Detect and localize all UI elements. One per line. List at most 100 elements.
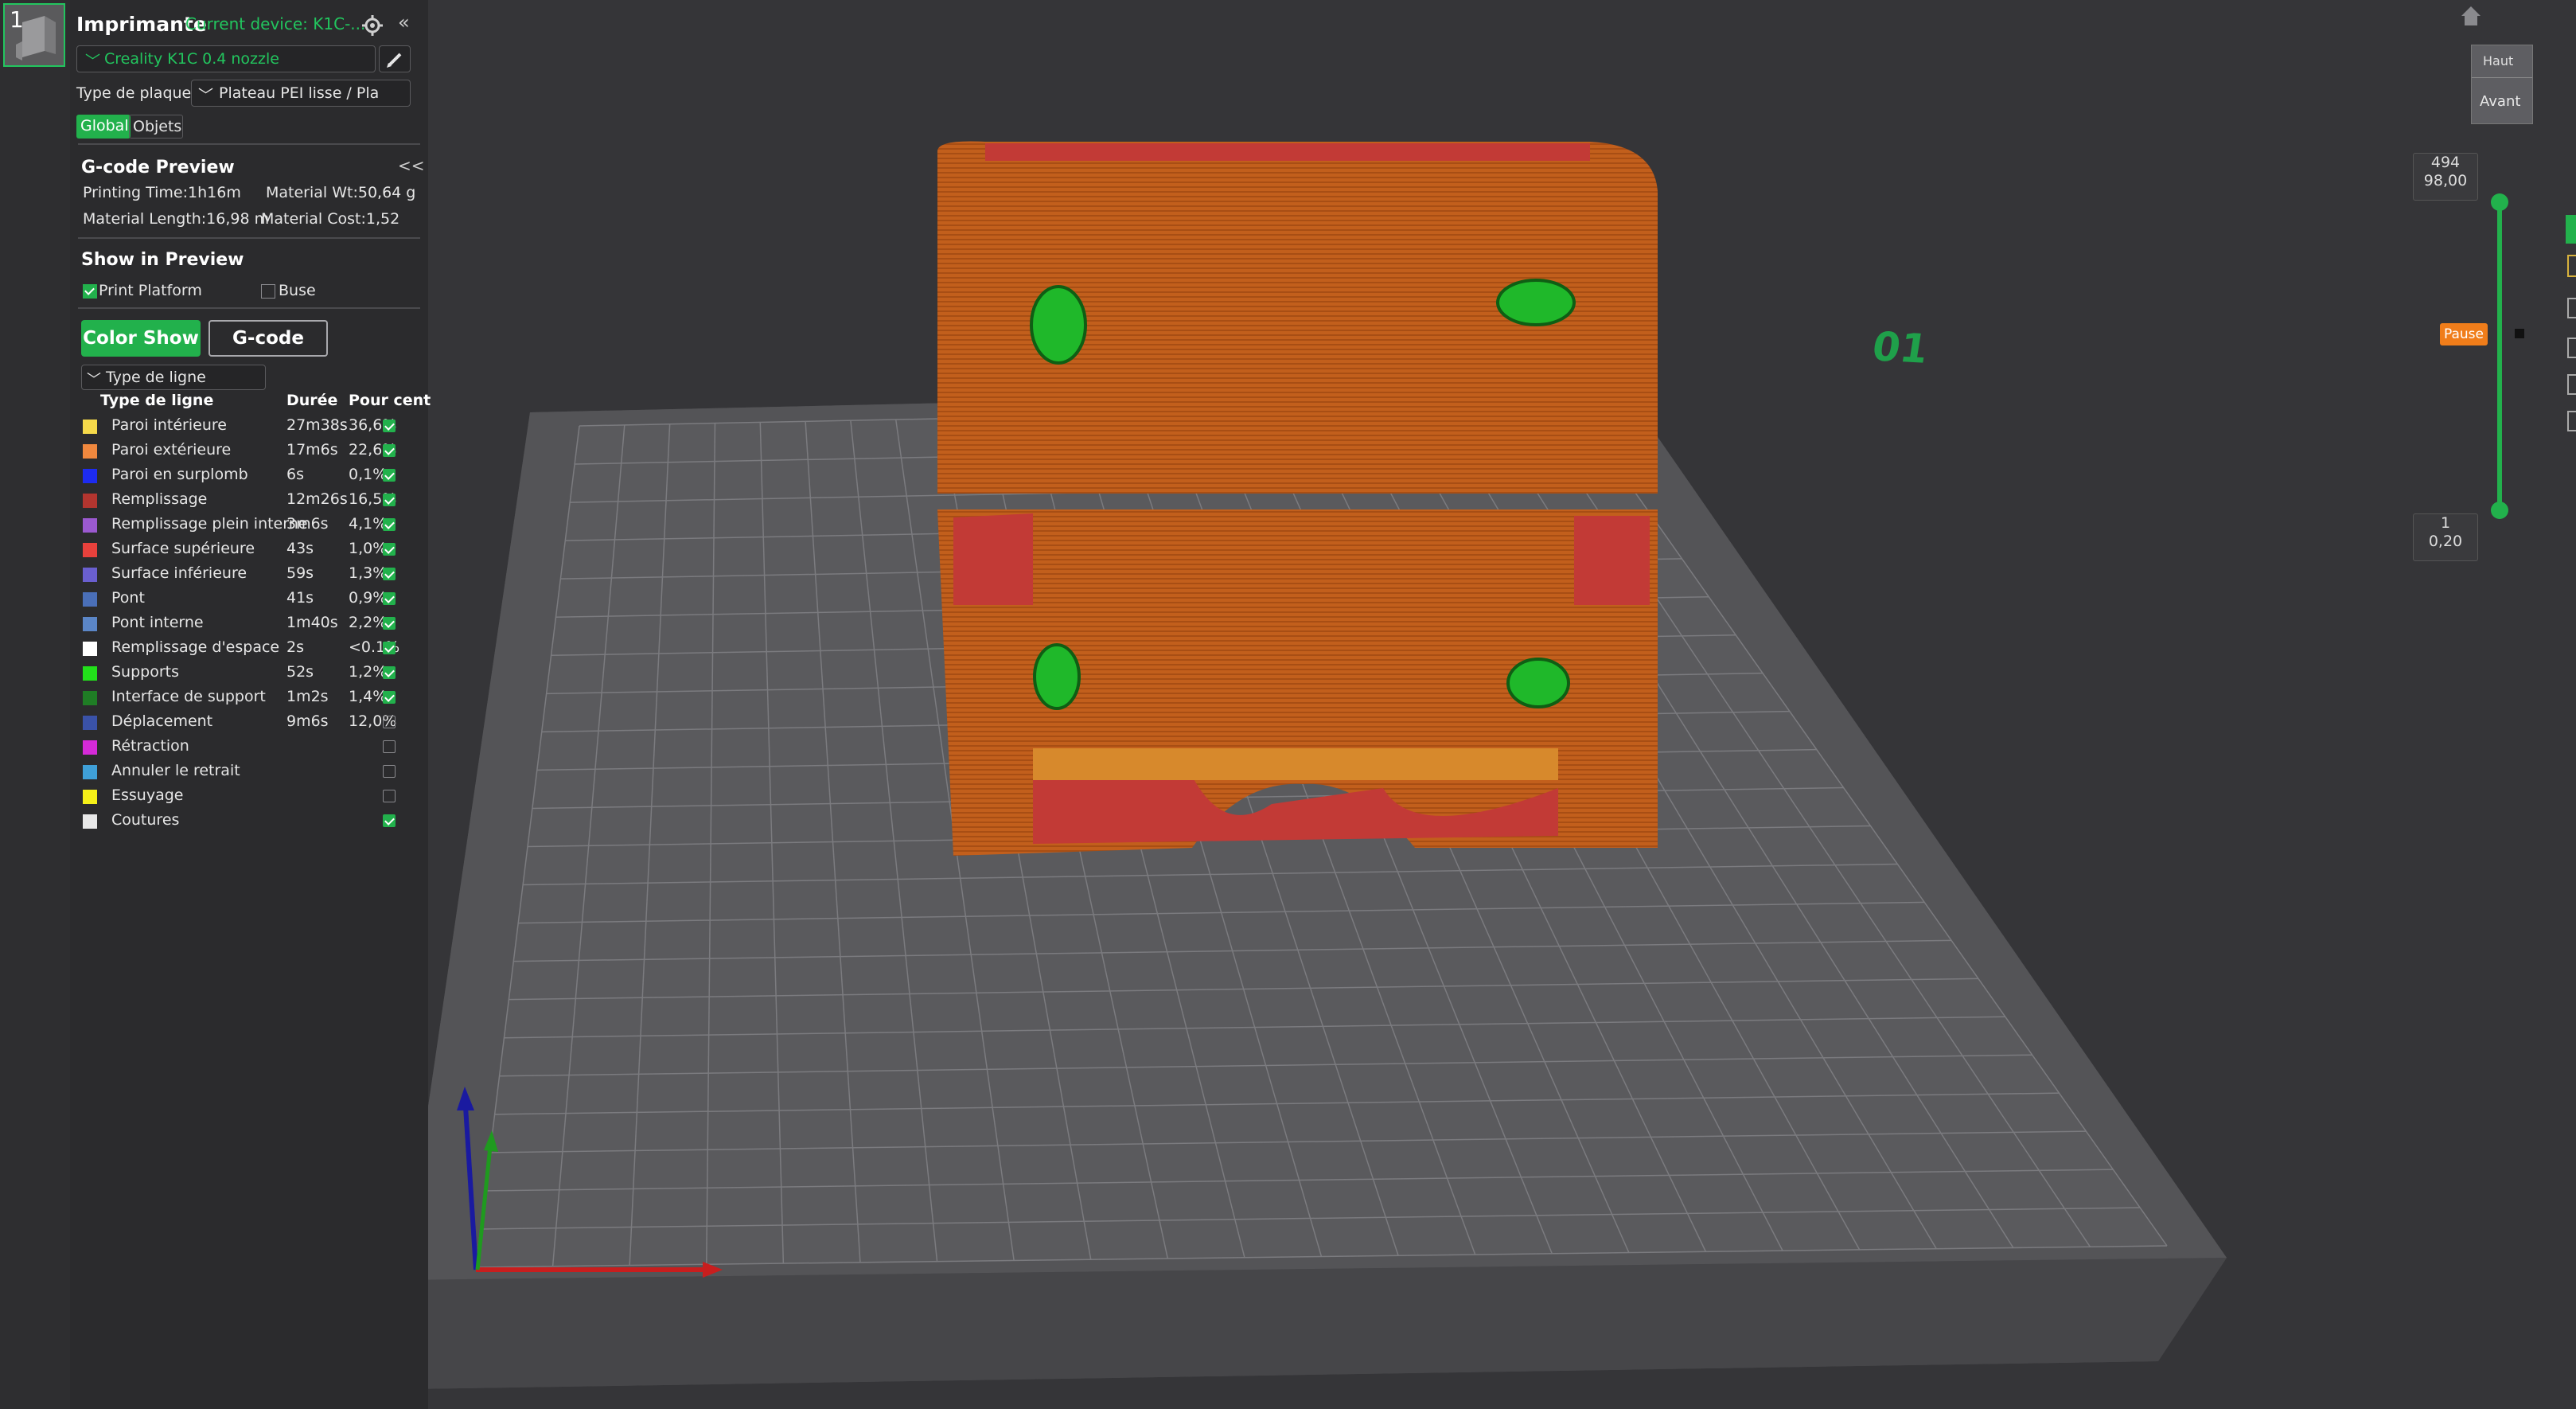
legend-row: Coutures xyxy=(70,809,428,833)
chevron-down-icon: ﹀ xyxy=(198,87,214,104)
line-type-swatch xyxy=(83,617,97,631)
edit-preset-button[interactable] xyxy=(379,45,411,72)
collapse-preview-button[interactable]: << xyxy=(398,156,425,175)
right-toolbar-item[interactable] xyxy=(2566,215,2576,244)
legend-row: Rétraction xyxy=(70,735,428,759)
view-cube[interactable]: Haut Avant xyxy=(2471,45,2533,124)
line-type-swatch xyxy=(83,543,97,557)
line-type-swatch xyxy=(83,642,97,656)
line-type-name: Surface supérieure xyxy=(111,540,255,557)
plate-label: 01 xyxy=(1869,323,1931,373)
line-type-visibility-checkbox[interactable] xyxy=(383,666,396,679)
view-cube-front-label: Avant xyxy=(2480,93,2521,110)
line-type-duration: 52s xyxy=(286,663,314,681)
plate-thumbnail[interactable]: 1 xyxy=(3,3,65,67)
right-toolbar-item[interactable] xyxy=(2567,374,2576,395)
line-type-name: Paroi extérieure xyxy=(111,441,232,459)
model-preview-icon xyxy=(16,16,56,60)
line-type-swatch xyxy=(83,716,97,730)
line-type-visibility-checkbox[interactable] xyxy=(383,691,396,704)
top-layer-height: 98,00 xyxy=(2423,172,2468,189)
settings-panel: Imprimante Current device: K1C-... « ﹀ C… xyxy=(70,0,431,1409)
show-in-preview-title: Show in Preview xyxy=(81,250,244,270)
3d-viewport[interactable]: 01 Haut Avant 494 98,00 Pause 1 0,20 xyxy=(428,0,2576,1409)
line-type-name: Rétraction xyxy=(111,737,189,755)
legend-row: Annuler le retrait xyxy=(70,759,428,784)
line-type-visibility-checkbox[interactable] xyxy=(383,420,396,432)
line-type-visibility-checkbox[interactable] xyxy=(383,642,396,654)
plate-type-select[interactable]: ﹀ Plateau PEI lisse / Pla xyxy=(191,80,411,107)
gcode-button[interactable]: G-code xyxy=(208,320,328,357)
top-layer-handle[interactable] xyxy=(2491,193,2508,211)
printer-preset-select[interactable]: ﹀ Creality K1C 0.4 nozzle xyxy=(76,45,376,72)
line-type-duration: 43s xyxy=(286,540,314,557)
legend-row: Déplacement 9m6s 12,0% xyxy=(70,710,428,735)
line-type-swatch xyxy=(83,740,97,755)
line-type-name: Remplissage xyxy=(111,490,208,508)
divider xyxy=(2472,77,2532,78)
line-type-name: Paroi en surplomb xyxy=(111,466,248,483)
line-type-percent: 1,4% xyxy=(349,688,388,705)
line-type-visibility-checkbox[interactable] xyxy=(383,494,396,506)
line-type-name: Déplacement xyxy=(111,712,213,730)
line-type-percent: 2,2% xyxy=(349,614,388,631)
color-show-button[interactable]: Color Show xyxy=(81,320,201,357)
home-icon[interactable] xyxy=(2461,6,2481,25)
legend-row: Paroi extérieure 17m6s 22,6% xyxy=(70,439,428,463)
bottom-layer-tag: 1 0,20 xyxy=(2413,513,2478,561)
line-type-visibility-checkbox[interactable] xyxy=(383,716,396,728)
legend-header-duration: Durée xyxy=(286,392,338,409)
line-type-visibility-checkbox[interactable] xyxy=(383,592,396,605)
gear-icon[interactable] xyxy=(361,14,384,37)
tab-global[interactable]: Global xyxy=(76,115,131,139)
divider xyxy=(78,237,420,239)
right-toolbar-item[interactable] xyxy=(2567,338,2576,358)
line-type-visibility-checkbox[interactable] xyxy=(383,469,396,482)
layer-slider-track[interactable] xyxy=(2497,203,2502,509)
line-type-name: Surface inférieure xyxy=(111,564,247,582)
line-type-percent: 1,0% xyxy=(349,540,388,557)
right-toolbar-item[interactable] xyxy=(2567,298,2576,318)
build-plate-scene xyxy=(428,6,2481,1389)
legend-row: Pont interne 1m40s 2,2% xyxy=(70,611,428,636)
legend-row: Paroi en surplomb 6s 0,1% xyxy=(70,463,428,488)
line-type-duration: 2s xyxy=(286,638,304,656)
line-type-visibility-checkbox[interactable] xyxy=(383,617,396,630)
line-type-visibility-checkbox[interactable] xyxy=(383,814,396,827)
legend-row: Remplissage d'espace 2s <0.1% xyxy=(70,636,428,661)
pause-button[interactable]: Pause xyxy=(2440,323,2488,345)
line-type-name: Remplissage d'espace xyxy=(111,638,280,656)
printer-preset-value: Creality K1C 0.4 nozzle xyxy=(104,50,279,68)
right-toolbar-item[interactable] xyxy=(2567,411,2576,431)
print-platform-label: Print Platform xyxy=(99,282,202,299)
line-type-duration: 1m2s xyxy=(286,688,329,705)
tab-objects[interactable]: Objets xyxy=(129,115,183,139)
nozzle-label: Buse xyxy=(279,282,316,299)
gcode-preview-title: G-code Preview xyxy=(81,158,235,178)
line-type-visibility-checkbox[interactable] xyxy=(383,444,396,457)
current-device-label[interactable]: Current device: K1C-... xyxy=(185,14,365,33)
line-type-visibility-checkbox[interactable] xyxy=(383,543,396,556)
bottom-layer-handle[interactable] xyxy=(2491,502,2508,519)
line-type-swatch xyxy=(83,765,97,779)
line-type-visibility-checkbox[interactable] xyxy=(383,740,396,753)
right-toolbar-item[interactable] xyxy=(2567,255,2576,277)
line-type-visibility-checkbox[interactable] xyxy=(383,568,396,580)
line-type-duration: 1m40s xyxy=(286,614,338,631)
line-type-visibility-checkbox[interactable] xyxy=(383,518,396,531)
line-type-swatch xyxy=(83,666,97,681)
line-type-visibility-checkbox[interactable] xyxy=(383,790,396,802)
nozzle-checkbox[interactable] xyxy=(261,284,275,299)
line-type-name: Pont interne xyxy=(111,614,204,631)
line-type-visibility-checkbox[interactable] xyxy=(383,765,396,778)
line-type-name: Supports xyxy=(111,663,180,681)
print-platform-checkbox[interactable] xyxy=(83,284,97,299)
line-type-duration: 27m38s xyxy=(286,416,348,434)
legend-header-percent: Pour cent xyxy=(349,392,431,409)
line-type-percent: 1,2% xyxy=(349,663,388,681)
collapse-panel-icon[interactable]: « xyxy=(398,11,410,33)
line-type-swatch xyxy=(83,444,97,459)
divider xyxy=(78,307,420,309)
legend-row: Pont 41s 0,9% xyxy=(70,587,428,611)
line-type-select[interactable]: ﹀ Type de ligne xyxy=(81,365,266,390)
